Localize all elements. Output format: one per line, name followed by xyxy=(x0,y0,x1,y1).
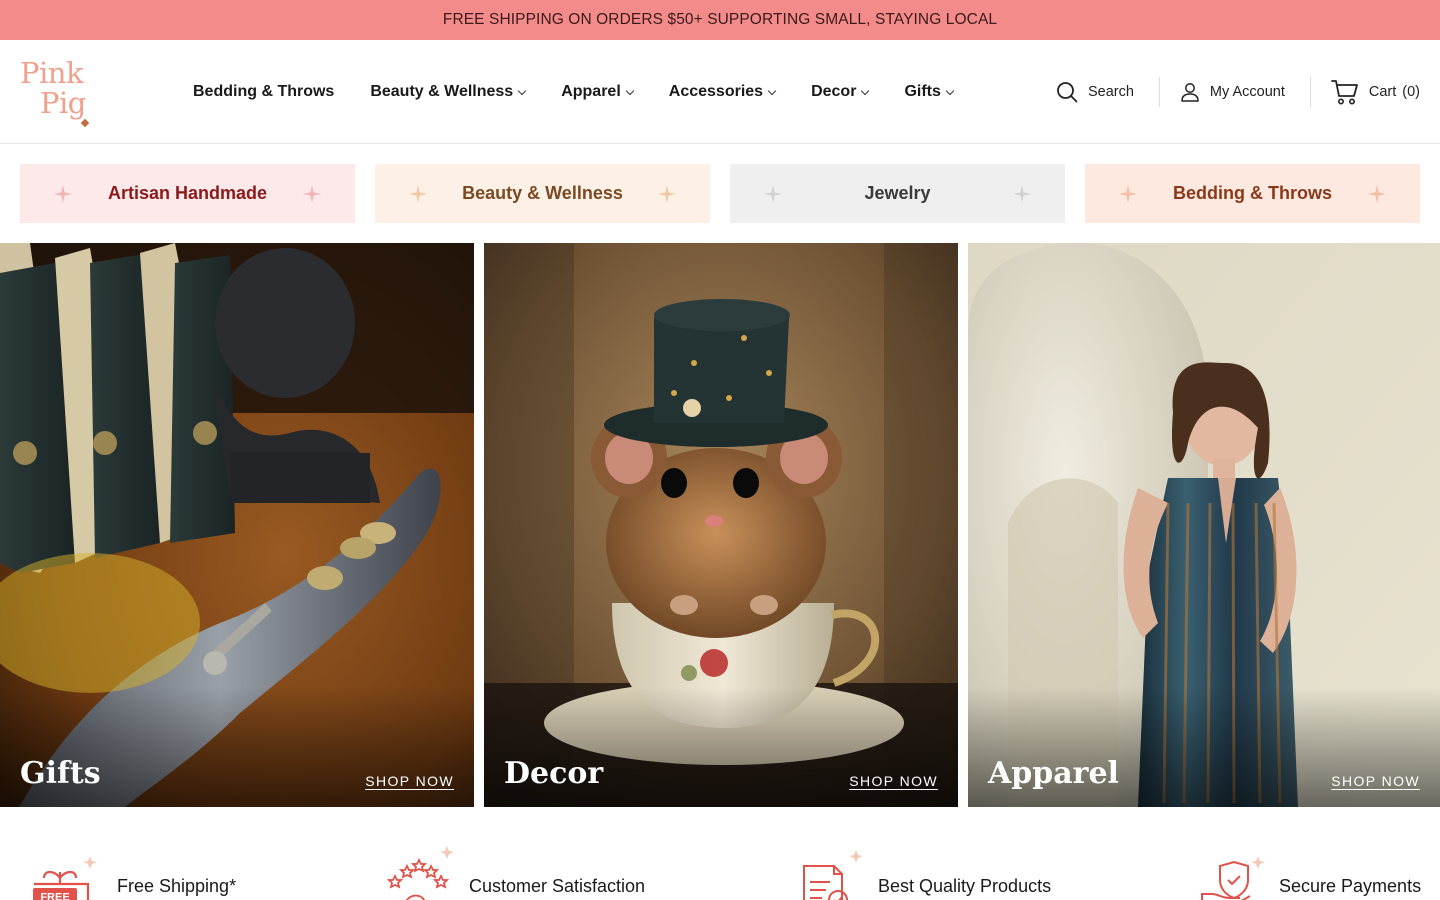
chevron-down-icon xyxy=(861,86,870,95)
nav-label: Apparel xyxy=(561,82,621,100)
nav-accessories[interactable]: Accessories xyxy=(668,82,777,101)
feature-secure-payments: Secure Payments xyxy=(1200,830,1440,900)
shop-now-link[interactable]: SHOP NOW xyxy=(1331,773,1420,789)
nav-decor[interactable]: Decor xyxy=(811,82,870,101)
sparkle-icon xyxy=(1013,184,1031,203)
cart-count: (0) xyxy=(1402,83,1420,100)
logo-ornament xyxy=(80,118,90,128)
user-icon xyxy=(1181,82,1199,102)
satisfaction-stars-icon xyxy=(386,846,454,900)
shop-now-link[interactable]: SHOP NOW xyxy=(365,773,454,789)
feature-label: Best Quality Products xyxy=(878,876,1052,896)
pink-pig-logo[interactable]: Pink Pig xyxy=(20,58,100,136)
nav-beauty-wellness[interactable]: Beauty & Wellness xyxy=(370,82,527,101)
tile-decor[interactable]: Decor SHOP NOW xyxy=(484,243,958,807)
sparkle-icon xyxy=(303,184,321,203)
shop-now-link[interactable]: SHOP NOW xyxy=(849,773,938,789)
sparkle-icon xyxy=(658,184,676,203)
chevron-down-icon xyxy=(517,86,527,95)
feature-label: Free Shipping* xyxy=(117,876,237,896)
search-label: Search xyxy=(1087,83,1134,100)
tile-apparel[interactable]: Apparel SHOP NOW xyxy=(968,243,1440,807)
pill-beauty-wellness[interactable]: Beauty & Wellness xyxy=(375,164,710,223)
account-label: My Account xyxy=(1209,83,1285,100)
sparkle-icon xyxy=(409,184,427,203)
feature-free-shipping: FREE Free Shipping* xyxy=(30,830,330,900)
nav-label: Decor xyxy=(811,82,857,100)
pill-label: Beauty & Wellness xyxy=(462,183,623,203)
quality-document-icon xyxy=(803,850,863,900)
nav-label: Beauty & Wellness xyxy=(370,82,514,100)
nav-bedding-throws[interactable]: Bedding & Throws xyxy=(193,83,334,101)
pill-label: Jewelry xyxy=(864,183,931,203)
chevron-down-icon xyxy=(767,86,777,95)
search-button[interactable]: Search xyxy=(1056,81,1134,103)
pill-label: Artisan Handmade xyxy=(107,183,268,203)
cart-link[interactable]: Cart (0) xyxy=(1330,78,1420,106)
announcement-bar: FREE SHIPPING ON ORDERS $50+ SUPPORTING … xyxy=(0,0,1440,40)
chevron-down-icon xyxy=(945,86,955,95)
nav-apparel[interactable]: Apparel xyxy=(561,82,635,101)
feature-badge: FREE xyxy=(40,892,69,900)
pill-bedding-throws[interactable]: Bedding & Throws xyxy=(1085,164,1420,223)
sparkle-icon xyxy=(1119,184,1137,203)
tile-gifts[interactable]: Gifts SHOP NOW xyxy=(0,243,474,807)
pill-artisan-handmade[interactable]: Artisan Handmade xyxy=(20,164,355,223)
tile-title: Apparel xyxy=(988,756,1119,791)
site-header: Pink Pig Bedding & Throws Beauty & Welln… xyxy=(0,40,1440,144)
search-icon xyxy=(1057,81,1078,102)
feature-label: Secure Payments xyxy=(1279,876,1422,896)
chevron-down-icon xyxy=(625,86,635,95)
category-pills: Artisan Handmade Beauty & Wellness Jewel… xyxy=(20,164,1420,223)
feature-label: Customer Satisfaction xyxy=(469,876,646,896)
announcement-text: FREE SHIPPING ON ORDERS $50+ SUPPORTING … xyxy=(442,11,998,28)
cart-icon xyxy=(1330,79,1358,104)
sparkle-icon xyxy=(764,184,782,203)
logo-line-2: Pig xyxy=(40,86,86,120)
free-shipping-icon: FREE xyxy=(33,856,97,900)
nav-label: Gifts xyxy=(904,82,941,100)
features-row: FREE Free Shipping* Customer Satisfactio… xyxy=(0,830,1440,900)
tile-title: Gifts xyxy=(20,756,101,791)
logo-line-1: Pink xyxy=(20,56,84,90)
cart-label: Cart xyxy=(1368,83,1397,100)
category-tiles: Gifts SHOP NOW Decor SHOP NOW Apparel SH… xyxy=(0,243,1440,807)
divider xyxy=(1309,76,1311,107)
header-actions: Search My Account Cart (0) xyxy=(1056,40,1420,143)
secure-payment-icon xyxy=(1201,856,1265,900)
feature-customer-satisfaction: Customer Satisfaction xyxy=(385,830,685,900)
tile-title: Decor xyxy=(504,756,604,791)
sparkle-icon xyxy=(54,184,72,203)
pill-jewelry[interactable]: Jewelry xyxy=(730,164,1065,223)
divider xyxy=(1158,76,1160,107)
nav-gifts[interactable]: Gifts xyxy=(904,82,955,101)
main-nav: Bedding & Throws Beauty & Wellness Appar… xyxy=(193,40,989,143)
sparkle-icon xyxy=(1368,184,1386,203)
nav-label: Accessories xyxy=(668,82,764,100)
account-link[interactable]: My Account xyxy=(1180,82,1285,102)
feature-best-quality: Best Quality Products xyxy=(800,830,1100,900)
nav-label: Bedding & Throws xyxy=(193,82,335,100)
pill-label: Bedding & Throws xyxy=(1173,183,1332,203)
